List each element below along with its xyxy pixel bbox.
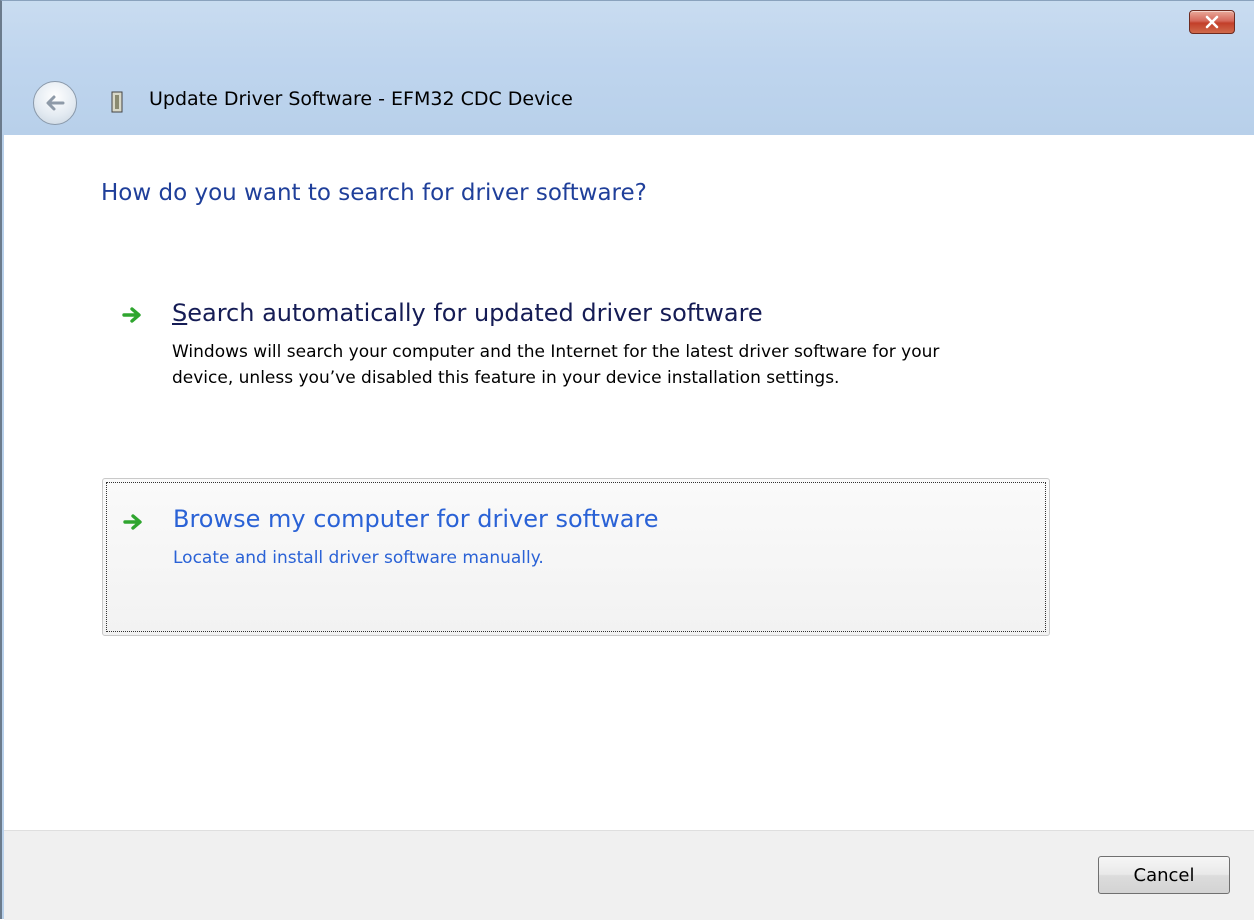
- back-arrow-icon: [46, 95, 65, 111]
- dialog-footer: Cancel: [4, 830, 1254, 920]
- search-automatically-option[interactable]: Search automatically for updated driver …: [102, 287, 1050, 445]
- usb-device-icon: [111, 91, 123, 113]
- page-heading: How do you want to search for driver sof…: [101, 180, 647, 206]
- cancel-button[interactable]: Cancel: [1098, 856, 1230, 894]
- browse-computer-option[interactable]: Browse my computer for driver software L…: [102, 478, 1050, 636]
- green-arrow-icon: [123, 514, 142, 530]
- window-title: Update Driver Software - EFM32 CDC Devic…: [149, 88, 573, 110]
- back-button[interactable]: [33, 81, 77, 125]
- option-title: Browse my computer for driver software: [173, 505, 659, 533]
- green-arrow-icon: [122, 307, 141, 323]
- close-button[interactable]: [1189, 10, 1235, 34]
- option-description: Locate and install driver software manua…: [173, 548, 544, 568]
- main-content: How do you want to search for driver sof…: [4, 135, 1254, 830]
- close-icon: [1205, 15, 1219, 29]
- option-title: Search automatically for updated driver …: [172, 299, 763, 327]
- update-driver-dialog: Update Driver Software - EFM32 CDC Devic…: [0, 0, 1254, 920]
- option-description: Windows will search your computer and th…: [172, 342, 940, 388]
- title-bar: Update Driver Software - EFM32 CDC Devic…: [4, 1, 1254, 135]
